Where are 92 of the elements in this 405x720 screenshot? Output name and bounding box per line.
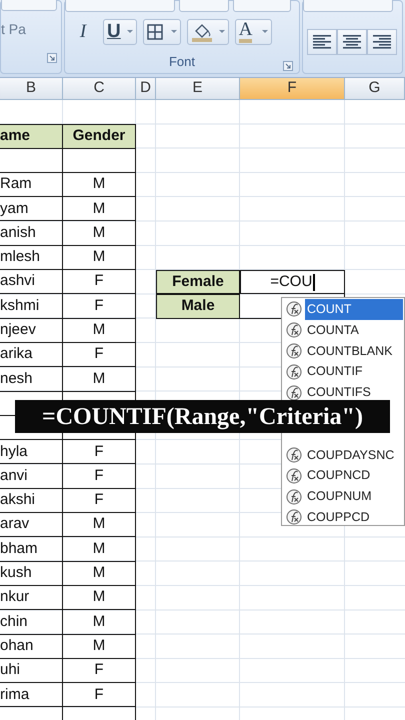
table-cell: F	[63, 342, 136, 368]
table-cell: arav	[0, 513, 63, 538]
table-cell	[0, 148, 63, 173]
function-icon	[286, 342, 302, 359]
table-cell: M	[63, 513, 136, 538]
text-cursor	[313, 274, 315, 291]
column-header[interactable]: B	[0, 78, 63, 100]
caret-icon	[262, 30, 268, 34]
table-cell: F	[63, 464, 136, 489]
table-cell: F	[63, 294, 136, 319]
ribbon-label: t Pa	[1, 20, 26, 38]
table-cell: F	[63, 658, 136, 684]
table-cell: anish	[0, 221, 63, 246]
function-icon	[286, 488, 302, 505]
paint-bucket-icon	[190, 22, 213, 42]
function-icon	[286, 468, 302, 484]
column-header[interactable]: G	[345, 78, 405, 100]
table-cell: anvi	[0, 464, 63, 489]
column-header[interactable]: C	[63, 78, 136, 100]
function-item[interactable]: COUPNUM	[305, 486, 403, 507]
align-right-button[interactable]	[367, 28, 397, 54]
fill-color-button[interactable]	[186, 18, 229, 45]
table-cell: ohan	[0, 634, 63, 659]
table-cell: F	[63, 270, 136, 294]
caption: =COUNTIF(Range,"Criteria")	[15, 400, 390, 433]
align-center-button[interactable]	[337, 28, 367, 54]
table-cell: akshi	[0, 488, 63, 514]
table-cell: nkur	[0, 586, 63, 610]
function-item[interactable]: COUNTIFS	[305, 382, 403, 403]
table-cell: kshmi	[0, 294, 63, 319]
table-cell: rima	[0, 683, 63, 708]
table-cell: njeev	[0, 318, 63, 343]
table-cell: yam	[0, 197, 63, 222]
table-cell: chin	[0, 610, 63, 635]
table-cell: uhi	[0, 658, 63, 684]
table-cell: nesh	[0, 367, 63, 392]
row-label: Female	[156, 270, 240, 294]
dialog-launcher-icon	[47, 52, 57, 63]
align-left-icon	[311, 33, 333, 50]
borders-icon	[146, 24, 163, 40]
caret-icon	[126, 30, 133, 34]
align-right-icon	[371, 33, 393, 50]
table-cell: M	[63, 367, 136, 392]
group-label: Font	[168, 52, 195, 70]
function-item[interactable]: COUNT	[305, 299, 403, 320]
table-cell: bham	[0, 537, 63, 562]
function-item[interactable]: COUNTIF	[305, 361, 403, 382]
caret-icon	[170, 30, 177, 34]
table-cell: M	[63, 197, 136, 222]
table-cell: M	[63, 610, 136, 635]
caret-icon	[218, 30, 225, 34]
function-item[interactable]: COUPPCD	[305, 506, 403, 528]
table-cell: M	[63, 172, 136, 198]
column-heading: ame	[0, 124, 63, 149]
function-item[interactable]: COUPNCD	[305, 465, 403, 486]
dialog-launcher-icon	[283, 61, 293, 72]
font-color-button[interactable]: A	[234, 18, 272, 45]
function-icon	[286, 322, 302, 338]
table-cell: kush	[0, 562, 63, 586]
cell-input[interactable]: =COU	[240, 270, 345, 294]
table-cell: M	[63, 318, 136, 343]
column-heading: Gender	[63, 124, 136, 149]
table-cell: M	[63, 562, 136, 586]
function-icon	[286, 384, 302, 401]
table-cell: F	[63, 440, 136, 464]
underline-button[interactable]: U	[103, 18, 137, 45]
borders-button[interactable]	[142, 18, 181, 45]
table-cell: Ram	[0, 172, 63, 198]
table-cell: M	[63, 537, 136, 562]
column-header[interactable]: D	[136, 78, 156, 100]
table-cell: hyla	[0, 440, 63, 464]
table-cell: M	[63, 221, 136, 246]
column-header[interactable]: F	[240, 78, 345, 100]
align-center-icon	[341, 33, 363, 50]
table-cell: ashvi	[0, 270, 63, 294]
function-item[interactable]: COUNTA	[305, 320, 403, 341]
table-cell: mlesh	[0, 246, 63, 270]
table-cell: arika	[0, 342, 63, 368]
table-cell: M	[63, 246, 136, 270]
function-item[interactable]: COUNTBLANK	[305, 340, 403, 362]
function-icon	[286, 446, 302, 463]
row-label: Male	[156, 294, 240, 319]
align-left-button[interactable]	[307, 28, 337, 54]
column-header[interactable]: E	[156, 78, 240, 100]
function-icon	[286, 364, 302, 380]
function-item[interactable]: COUPDAYSNC	[305, 444, 403, 466]
table-cell: F	[63, 683, 136, 708]
function-icon	[286, 301, 302, 318]
italic-button[interactable]: I	[69, 18, 97, 45]
table-cell: M	[63, 634, 136, 659]
table-cell: M	[63, 586, 136, 610]
table-cell: F	[63, 488, 136, 514]
